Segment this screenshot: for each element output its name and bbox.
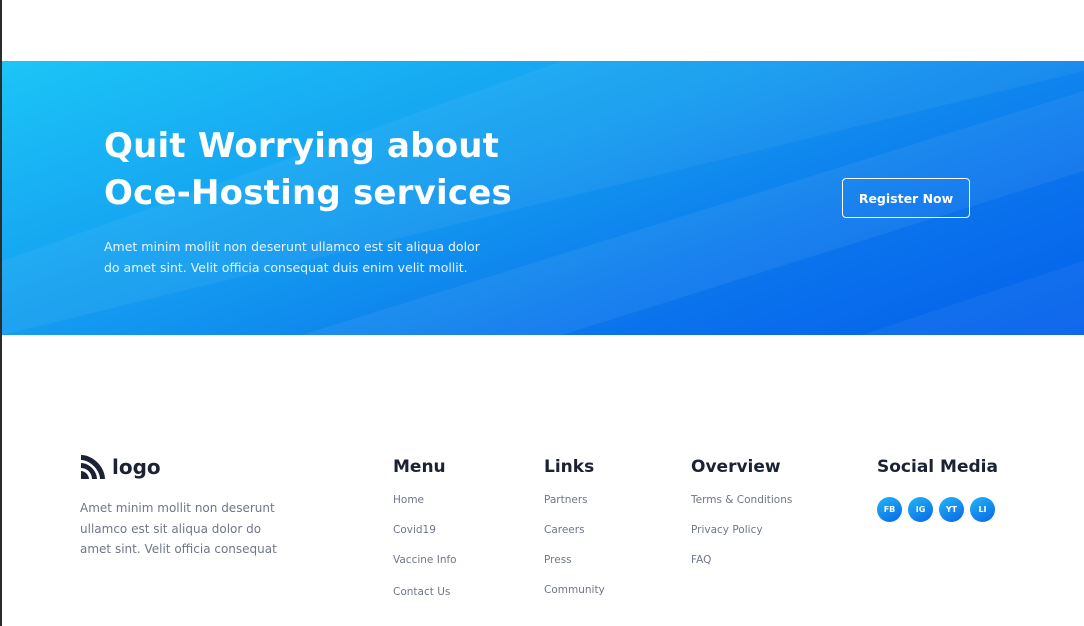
youtube-icon[interactable]: YT — [939, 497, 964, 522]
social-icons: FB IG YT LI — [877, 497, 998, 522]
facebook-icon[interactable]: FB — [877, 497, 902, 522]
menu-item-contact-us[interactable]: Contact Us — [393, 582, 457, 612]
menu-item-covid19[interactable]: Covid19 — [393, 522, 457, 552]
link-press[interactable]: Press — [544, 552, 605, 582]
logo-icon — [81, 455, 105, 479]
cta-title-line-1: Quit Worrying about — [104, 126, 500, 166]
menu-item-home[interactable]: Home — [393, 492, 457, 522]
footer-description: Amet minim mollit non deserunt ullamco e… — [80, 501, 277, 556]
footer-links-column: Links Partners Careers Press Community — [544, 457, 605, 612]
link-faq[interactable]: FAQ — [691, 552, 792, 582]
links-heading: Links — [544, 457, 595, 477]
menu-heading: Menu — [393, 457, 446, 477]
link-partners[interactable]: Partners — [544, 492, 605, 522]
instagram-icon[interactable]: IG — [908, 497, 933, 522]
social-media-heading: Social Media — [877, 457, 998, 477]
footer-social-column: Social Media FB IG YT LI — [877, 457, 998, 522]
link-community[interactable]: Community — [544, 582, 605, 612]
link-careers[interactable]: Careers — [544, 522, 605, 552]
cta-title-line-2: Oce-Hosting services — [104, 173, 512, 213]
cta-title: Quit Worrying about Oce-Hosting services — [104, 123, 584, 217]
brand[interactable]: logo — [80, 454, 161, 480]
overview-heading: Overview — [691, 457, 781, 477]
menu-item-vaccine-info[interactable]: Vaccine Info — [393, 552, 457, 582]
site-footer: logo Amet minim mollit non deserunt ulla… — [2, 335, 1084, 626]
link-privacy-policy[interactable]: Privacy Policy — [691, 522, 792, 552]
cta-description: Amet minim mollit non deserunt ullamco e… — [104, 239, 480, 275]
linkedin-icon[interactable]: LI — [970, 497, 995, 522]
link-terms-conditions[interactable]: Terms & Conditions — [691, 492, 792, 522]
cta-banner: Quit Worrying about Oce-Hosting services… — [2, 61, 1084, 335]
footer-overview-column: Overview Terms & Conditions Privacy Poli… — [691, 457, 792, 582]
brand-name: logo — [112, 455, 161, 479]
footer-menu-column: Menu Home Covid19 Vaccine Info Contact U… — [393, 457, 457, 612]
register-now-button[interactable]: Register Now — [842, 178, 970, 218]
